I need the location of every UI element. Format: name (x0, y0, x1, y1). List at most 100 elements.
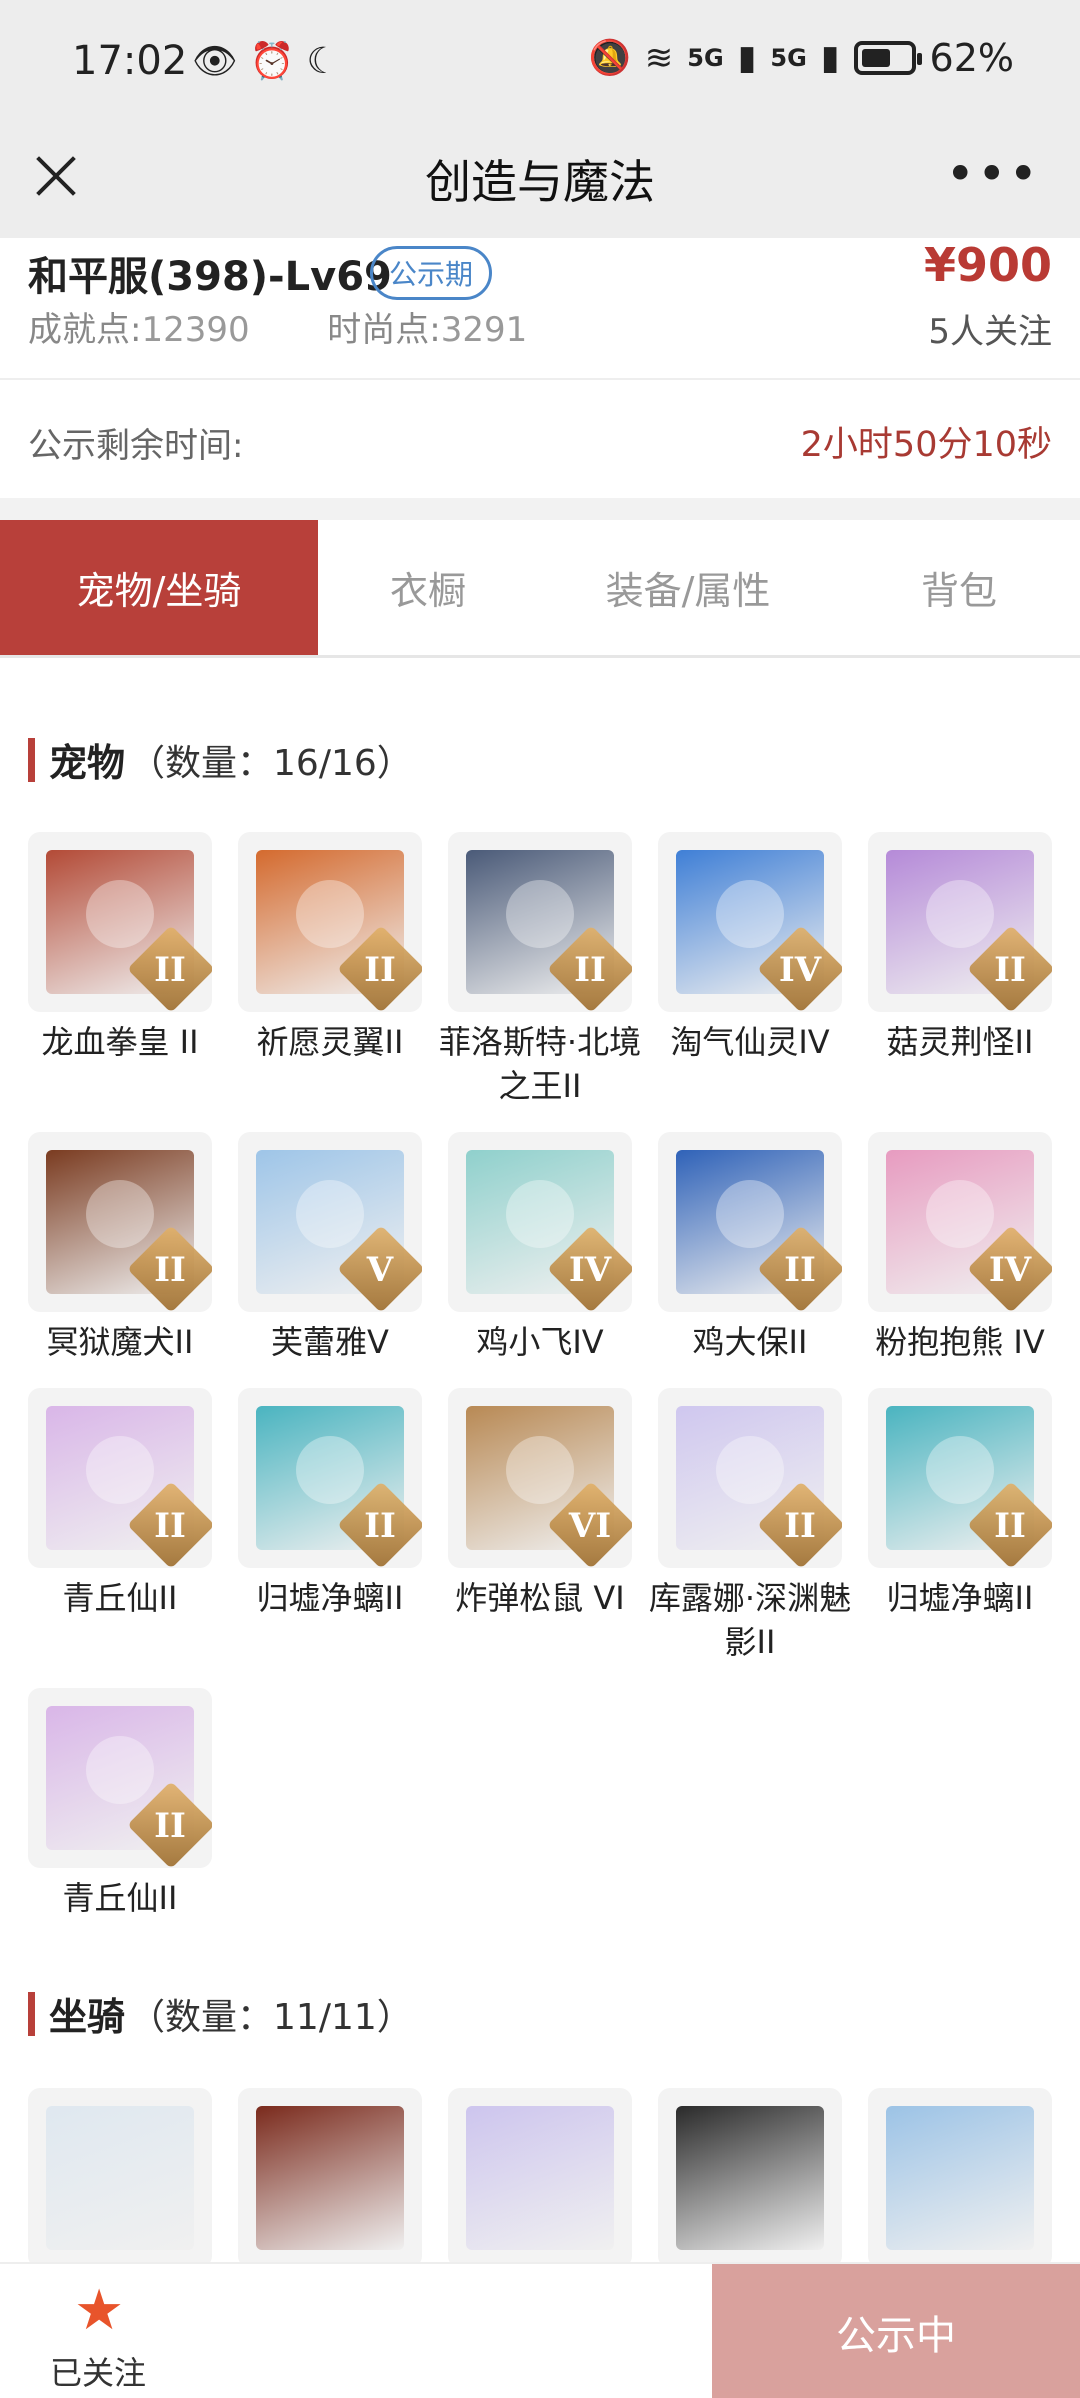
tab-pets-mounts[interactable]: 宠物/坐骑 (0, 520, 318, 655)
status-bar: 17:02 👁 ⏰ ☾ 🔕 ≋ 5G ▮ 5G ▮ 62% (0, 0, 1080, 132)
rank-text: V (366, 1250, 394, 1290)
mount-item[interactable] (28, 2088, 212, 2268)
listing-info: 和平服(398)-Lv69 公示期 ¥900 成就点:12390 时尚点:329… (0, 238, 1080, 378)
rank-text: VI (568, 1506, 612, 1546)
signal-bars-icon: ▮ (737, 38, 757, 78)
pet-tile: II (868, 832, 1052, 1012)
pet-item[interactable]: II 龙血拳皇 II (28, 832, 212, 1064)
mount-tile (658, 2088, 842, 2268)
bottom-bar: ★ 已关注 公示中 (0, 2262, 1080, 2398)
mount-item[interactable] (658, 2088, 842, 2268)
rank-text: II (154, 950, 186, 990)
follow-label[interactable]: 已关注 (50, 2348, 146, 2394)
pets-section-title: 宠物 （数量：16/16） (28, 732, 413, 787)
signal-bars-icon-2: ▮ (820, 38, 840, 78)
tab-bar: 宠物/坐骑 衣橱 装备/属性 背包 (0, 520, 1080, 658)
rank-text: II (154, 1250, 186, 1290)
pet-item[interactable]: II 菇灵荆怪II (868, 832, 1052, 1064)
pet-item[interactable]: VI 炸弹松鼠 VI (448, 1388, 632, 1620)
pet-name: 青丘仙II (62, 1879, 178, 1917)
more-icon[interactable]: ••• (946, 149, 1040, 199)
pet-item[interactable]: IV 鸡小飞IV (448, 1132, 632, 1364)
pet-name: 祈愿灵翼II (256, 1023, 404, 1061)
achievement-value: 12390 (141, 310, 250, 350)
mute-icon: 🔕 (588, 38, 631, 78)
server-level: 和平服(398)-Lv69 (28, 254, 392, 300)
pet-name: 龙血拳皇 II (41, 1023, 199, 1061)
rank-text: IV (568, 1250, 612, 1290)
rank-text: II (784, 1506, 816, 1546)
rank-text: II (364, 1506, 396, 1546)
pet-name: 鸡大保II (692, 1323, 808, 1361)
signal-icon-2: 5G (770, 44, 807, 72)
rank-text: II (994, 950, 1026, 990)
fashion-value: 3291 (440, 310, 528, 350)
battery-percent: 62% (929, 36, 1014, 80)
pet-item[interactable]: II 鸡大保II (658, 1132, 842, 1364)
pet-tile: IV (448, 1132, 632, 1312)
fashion-label: 时尚点: (327, 310, 441, 350)
pet-name: 鸡小飞IV (476, 1323, 604, 1361)
pet-tile: II (28, 1688, 212, 1868)
remaining-label: 公示剩余时间: (28, 426, 244, 466)
mount-item[interactable] (238, 2088, 422, 2268)
pet-item[interactable]: II 归墟净螭II (868, 1388, 1052, 1620)
mount-tile (28, 2088, 212, 2268)
rank-text: II (154, 1506, 186, 1546)
mount-portrait (886, 2106, 1034, 2250)
mount-tile (448, 2088, 632, 2268)
pet-tile: VI (448, 1388, 632, 1568)
alarm-icon: ⏰ (249, 41, 295, 82)
page-title: 创造与魔法 (425, 155, 655, 209)
pet-tile: V (238, 1132, 422, 1312)
eye-icon: 👁 (192, 41, 238, 82)
pet-item[interactable]: II 库露娜·深渊魅影II (649, 1388, 851, 1664)
pet-item[interactable]: II 青丘仙II (28, 1688, 212, 1920)
pet-item[interactable]: II 归墟净螭II (238, 1388, 422, 1620)
signal-icon: 5G (687, 44, 724, 72)
mount-portrait (46, 2106, 194, 2250)
star-icon[interactable]: ★ (74, 2278, 124, 2343)
pet-name: 淘气仙灵IV (670, 1023, 830, 1061)
pet-tile: IV (658, 832, 842, 1012)
tab-backpack[interactable]: 背包 (838, 520, 1080, 655)
pet-name: 冥狱魔犬II (46, 1323, 194, 1361)
pet-item[interactable]: IV 淘气仙灵IV (658, 832, 842, 1064)
section-name: 宠物 (49, 741, 126, 785)
moon-icon: ☾ (306, 41, 339, 82)
rank-text: IV (988, 1250, 1032, 1290)
status-badge: 公示期 (370, 246, 493, 300)
pet-item[interactable]: II 青丘仙II (28, 1388, 212, 1620)
pet-tile: IV (868, 1132, 1052, 1312)
pet-item[interactable]: II 祈愿灵翼II (238, 832, 422, 1064)
pet-tile: II (658, 1132, 842, 1312)
achievement-label: 成就点: (28, 310, 142, 350)
pet-name: 青丘仙II (62, 1579, 178, 1617)
pet-item[interactable]: II 菲洛斯特·北境之王II (439, 832, 641, 1108)
pet-item[interactable]: IV 粉抱抱熊 IV (868, 1132, 1052, 1364)
pet-tile: II (28, 1132, 212, 1312)
pet-tile: II (238, 1388, 422, 1568)
publicity-button[interactable]: 公示中 (712, 2264, 1080, 2398)
tab-equipment[interactable]: 装备/属性 (538, 520, 838, 655)
pet-name: 归墟净螭II (886, 1579, 1034, 1617)
pet-name: 菇灵荆怪II (886, 1023, 1034, 1061)
mount-tile (868, 2088, 1052, 2268)
mount-portrait (676, 2106, 824, 2250)
pet-name: 菲洛斯特·北境之王II (438, 1023, 642, 1105)
pet-item[interactable]: II 冥狱魔犬II (28, 1132, 212, 1364)
mounts-section-title: 坐骑 （数量：11/11） (28, 1986, 413, 2041)
pet-tile: II (448, 832, 632, 1012)
tab-wardrobe[interactable]: 衣橱 (318, 520, 538, 655)
rank-text: II (364, 950, 396, 990)
mount-item[interactable] (448, 2088, 632, 2268)
mount-item[interactable] (868, 2088, 1052, 2268)
section-name: 坐骑 (49, 1995, 126, 2039)
pet-name: 库露娜·深渊魅影II (648, 1579, 852, 1661)
pet-tile: II (238, 832, 422, 1012)
pet-tile: II (28, 1388, 212, 1568)
wifi-icon: ≋ (644, 38, 674, 78)
remaining-value: 2小时50分10秒 (800, 425, 1052, 465)
section-count: （数量：11/11） (129, 1996, 413, 2038)
pet-item[interactable]: V 芙蕾雅V (238, 1132, 422, 1364)
